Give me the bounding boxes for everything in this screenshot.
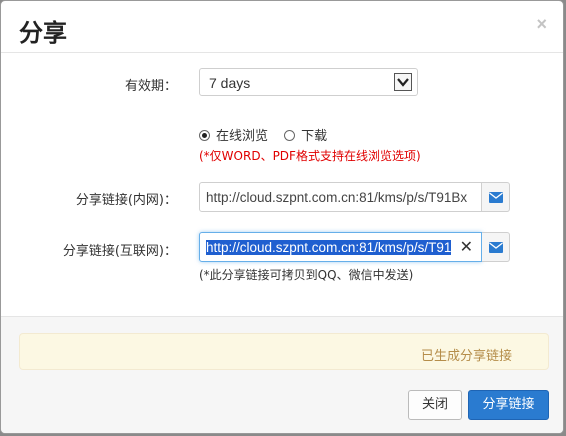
- radio-online-view-label: 在线浏览: [216, 129, 269, 144]
- online-view-note: (*仅WORD、PDF格式支持在线浏览选项): [199, 149, 421, 163]
- share-link-button[interactable]: 分享链接: [468, 390, 549, 420]
- validity-label: 有效期：: [124, 79, 177, 94]
- internet-link-value: http://cloud.szpnt.com.cn:81/kms/p/s/T91: [206, 240, 452, 255]
- radio-download-label: 下载: [301, 129, 328, 144]
- chevron-down-icon[interactable]: [394, 73, 412, 91]
- internet-email-button[interactable]: [482, 232, 510, 262]
- close-button[interactable]: 关闭: [408, 390, 462, 420]
- validity-selected-value: 7 days: [209, 75, 251, 91]
- radio-download-circle[interactable]: [284, 130, 296, 141]
- intranet-link-label: 分享链接(内网)：: [75, 193, 177, 208]
- internet-link-label: 分享链接(互联网)：: [62, 244, 177, 259]
- intranet-email-button[interactable]: [482, 182, 510, 212]
- intranet-link-input[interactable]: http://cloud.szpnt.com.cn:81/kms/p/s/T91…: [199, 182, 482, 212]
- alert-message: 已生成分享链接: [420, 349, 512, 364]
- dialog-header: 分享 ×: [1, 1, 563, 53]
- dialog-title: 分享: [19, 19, 67, 47]
- success-alert: 已生成分享链接: [19, 333, 549, 370]
- share-dialog: 分享 × 有效期： 7 days 在线浏览 下载 (*仅WORD、PDF格式支持…: [0, 0, 564, 434]
- radio-online-view[interactable]: 在线浏览: [199, 125, 268, 144]
- radio-download[interactable]: 下载: [284, 125, 327, 144]
- radio-online-view-circle[interactable]: [199, 130, 210, 141]
- internet-link-input[interactable]: http://cloud.szpnt.com.cn:81/kms/p/s/T91…: [199, 232, 482, 262]
- clear-icon[interactable]: ✕: [460, 237, 473, 257]
- envelope-icon: [489, 242, 503, 253]
- mode-radio-group: 在线浏览 下载: [199, 125, 327, 144]
- close-icon[interactable]: ×: [536, 14, 547, 35]
- internet-link-note: (*此分享链接可拷贝到QQ、微信中发送): [199, 268, 414, 282]
- intranet-link-value: http://cloud.szpnt.com.cn:81/kms/p/s/T91…: [206, 190, 468, 205]
- validity-select[interactable]: 7 days: [199, 68, 418, 96]
- envelope-icon: [489, 192, 503, 203]
